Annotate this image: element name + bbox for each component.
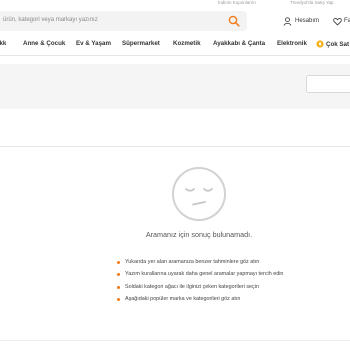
nav-item-cok-satanlar[interactable]: Çok Sat [316, 40, 349, 48]
bullet-icon [117, 273, 120, 277]
nav-item-kozmetik[interactable]: Kozmetik [173, 40, 201, 47]
nav-item-partial[interactable]: ekk [0, 40, 6, 47]
suggestion-text: Aşağıdaki popüler marka ve kategorileri … [125, 296, 241, 303]
sad-face-icon [172, 167, 226, 221]
no-results-title: Aramanız için sonuç bulunamadı. [145, 230, 253, 239]
heart-icon [333, 17, 342, 25]
suggestion-text: Soldaki kategori ağacı ile ilginizi çeke… [125, 283, 259, 290]
sort-dropdown[interactable] [306, 75, 350, 93]
nav-item-elektronik[interactable]: Elektronik [277, 40, 307, 47]
flame-icon [316, 40, 324, 48]
top-bar: İndirim Kuponlarım Trendyol'da Satış Yap [0, 0, 350, 8]
coupons-link[interactable]: İndirim Kuponlarım [218, 0, 256, 5]
suggestion-item: Yazım kurallarına uyarak daha genel aram… [117, 270, 317, 278]
sell-on-trendyol-link[interactable]: Trendyol'da Satış Yap [290, 0, 334, 5]
nav-item-cok-satanlar-label: Çok Sat [326, 40, 350, 48]
suggestion-text: Yukarıda yer alan aramanıza benzer tahmi… [125, 259, 260, 265]
suggestion-item: Yukarıda yer alan aramanıza benzer tahmi… [117, 258, 317, 266]
search-input[interactable]: ürün, kategori veya markayı yazınız [3, 17, 98, 23]
nav-item-ev-yasam[interactable]: Ev & Yaşam [76, 40, 111, 47]
suggestion-text: Yazım kurallarına uyarak daha genel aram… [125, 271, 284, 278]
bullet-icon [117, 298, 120, 302]
suggestion-item: Aşağıdaki popüler marka ve kategorileri … [117, 295, 317, 303]
suggestions-list: Yukarıda yer alan aramanıza benzer tahmi… [117, 258, 317, 308]
nav-item-ayakkabi-canta[interactable]: Ayakkabı & Çanta [213, 40, 265, 47]
content-divider [0, 146, 350, 147]
search-box[interactable]: ürün, kategori veya markayı yazınız [0, 11, 247, 31]
nav-divider [0, 55, 350, 56]
filter-band [0, 64, 350, 109]
account-label: Hesabım [295, 18, 320, 24]
bullet-icon [117, 285, 120, 289]
category-nav: ekk Anne & Çocuk Ev & Yaşam Süpermarket … [0, 36, 350, 52]
user-icon [283, 16, 292, 26]
favorites-button[interactable]: Fa [333, 15, 350, 27]
nav-item-anne-cocuk[interactable]: Anne & Çocuk [23, 40, 65, 47]
bullet-icon [117, 261, 120, 264]
search-icon[interactable] [228, 15, 240, 27]
suggestion-item: Soldaki kategori ağacı ile ilginizi çeke… [117, 283, 317, 291]
favorites-label: Fa [344, 18, 350, 24]
nav-item-supermarket[interactable]: Süpermarket [122, 40, 160, 47]
account-button[interactable]: Hesabım [283, 15, 319, 27]
footer-divider [0, 340, 350, 341]
